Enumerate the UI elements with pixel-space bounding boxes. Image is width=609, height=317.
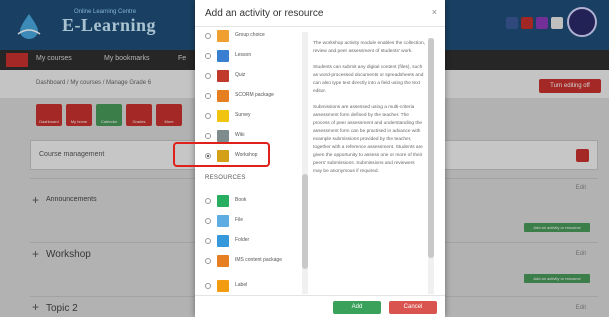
- close-icon[interactable]: ×: [432, 7, 437, 17]
- radio-button[interactable]: [205, 198, 211, 204]
- option-scorm[interactable]: SCORM package: [205, 88, 301, 106]
- radio-button[interactable]: [205, 93, 211, 99]
- radio-button[interactable]: [205, 238, 211, 244]
- option-label: Wiki: [235, 132, 245, 138]
- folder-icon: [217, 235, 229, 247]
- dialog-footer-divider: [195, 295, 445, 296]
- activity-list-scrollbar[interactable]: [302, 32, 308, 294]
- radio-button[interactable]: [205, 258, 211, 264]
- group-choice-icon: [217, 30, 229, 42]
- activity-description: The workshop activity module enables the…: [313, 40, 425, 292]
- option-group-choice[interactable]: Group choice: [205, 28, 301, 46]
- option-file[interactable]: File: [205, 213, 301, 231]
- survey-icon: [217, 110, 229, 122]
- option-lesson[interactable]: Lesson: [205, 48, 301, 66]
- dialog-title: Add an activity or resource: [205, 8, 324, 19]
- option-label: Book: [235, 197, 247, 203]
- option-label: File: [235, 217, 244, 223]
- option-label-resource[interactable]: Label: [205, 278, 301, 294]
- option-label: SCORM package: [235, 92, 274, 98]
- option-label: Survey: [235, 112, 251, 118]
- option-label: Group choice: [235, 32, 265, 38]
- ims-package-icon: [217, 255, 229, 267]
- book-icon: [217, 195, 229, 207]
- cancel-button[interactable]: Cancel: [389, 301, 437, 314]
- selection-highlight: [173, 142, 270, 167]
- radio-button[interactable]: [205, 73, 211, 79]
- resources-heading: RESOURCES: [205, 175, 246, 181]
- option-label: IMS content package: [235, 257, 282, 263]
- add-button[interactable]: Add: [333, 301, 381, 314]
- option-folder[interactable]: Folder: [205, 233, 301, 251]
- description-paragraph: The workshop activity module enables the…: [313, 41, 425, 54]
- radio-button[interactable]: [205, 53, 211, 59]
- option-book[interactable]: Book: [205, 193, 301, 211]
- scrollbar-thumb[interactable]: [302, 174, 308, 269]
- quiz-icon: [217, 70, 229, 82]
- option-label: Label: [235, 282, 248, 288]
- option-label: Lesson: [235, 52, 252, 58]
- wiki-icon: [217, 130, 229, 142]
- option-label: Quiz: [235, 72, 246, 78]
- scrollbar-thumb[interactable]: [428, 38, 434, 258]
- label-icon: [217, 280, 229, 292]
- description-scrollbar[interactable]: [428, 38, 434, 294]
- lesson-icon: [217, 50, 229, 62]
- description-paragraph: Students can submit any digital content …: [313, 65, 424, 94]
- option-ims-package[interactable]: IMS content package: [205, 253, 301, 271]
- description-paragraph: Submissions are assessed using a multi-c…: [313, 105, 423, 174]
- radio-button[interactable]: [205, 218, 211, 224]
- radio-button[interactable]: [205, 283, 211, 289]
- dialog-divider: [195, 26, 445, 27]
- radio-button[interactable]: [205, 133, 211, 139]
- radio-button[interactable]: [205, 113, 211, 119]
- option-label: Folder: [235, 237, 250, 243]
- file-icon: [217, 215, 229, 227]
- radio-button[interactable]: [205, 33, 211, 39]
- option-survey[interactable]: Survey: [205, 108, 301, 126]
- scorm-icon: [217, 90, 229, 102]
- option-quiz[interactable]: Quiz: [205, 68, 301, 86]
